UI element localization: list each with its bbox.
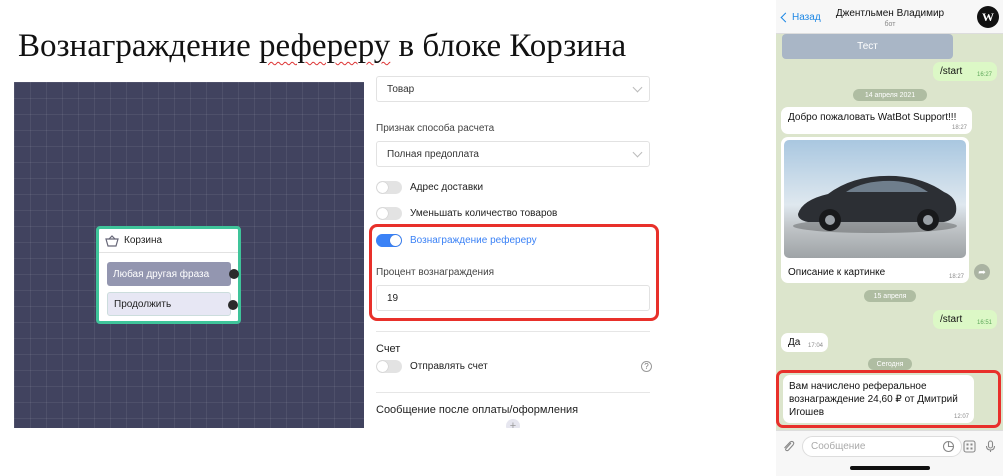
node-button-label: Продолжить: [114, 298, 172, 310]
back-button[interactable]: Назад: [780, 12, 821, 23]
car-illustration: [793, 175, 957, 233]
sticker-icon[interactable]: [942, 440, 955, 453]
telegram-chat: Назад Джентльмен Владимир бот W Тест /st…: [776, 0, 1003, 476]
cart-block[interactable]: Корзина Любая другая фраза Продолжить: [96, 226, 241, 324]
invoice-section-title: Счет: [376, 343, 401, 355]
message-incoming-photo[interactable]: Описание к картинке 18:27: [781, 137, 969, 283]
node-button-label: Любая другая фраза: [113, 268, 210, 280]
node-button-any-phrase[interactable]: Любая другая фраза: [107, 262, 239, 286]
connector-port[interactable]: [228, 300, 238, 310]
spellcheck-marked-word: рефереру: [259, 28, 391, 64]
chevron-left-icon: [780, 12, 791, 23]
message-time: 18:27: [948, 274, 964, 280]
help-icon[interactable]: ?: [641, 361, 652, 372]
payment-method-select[interactable]: Полная предоплата: [376, 141, 650, 167]
message-outgoing[interactable]: /start 16:27: [933, 62, 997, 81]
message-time: 16:27: [976, 72, 992, 78]
chat-header: Назад Джентльмен Владимир бот W: [776, 0, 1003, 34]
decrease-quantity-toggle-row[interactable]: Уменьшать количество товаров: [376, 206, 557, 220]
bot-keyboard-icon[interactable]: [963, 440, 976, 453]
chevron-down-icon: [632, 82, 643, 93]
message-outgoing[interactable]: /start 16:51: [933, 310, 997, 329]
home-indicator: [850, 466, 930, 470]
select-value: Полная предоплата: [387, 148, 479, 160]
after-payment-message-title: Сообщение после оплаты/оформления: [376, 404, 579, 416]
highlight-box: [369, 224, 659, 321]
input-placeholder: Сообщение: [811, 441, 866, 452]
message-text: /start: [940, 66, 963, 77]
send-invoice-toggle[interactable]: [376, 359, 402, 373]
connector-port[interactable]: [229, 269, 239, 279]
share-icon[interactable]: ➦: [974, 264, 990, 280]
slide-title: Вознаграждение рефереру в блоке Корзина: [18, 28, 626, 65]
date-separator: Сегодня: [868, 358, 912, 370]
divider: [376, 331, 650, 332]
date-separator: 15 апреля: [864, 290, 916, 302]
delivery-address-toggle-row[interactable]: Адрес доставки: [376, 180, 483, 194]
message-text: Описание к картинке: [788, 267, 886, 278]
send-invoice-toggle-row[interactable]: Отправлять счет: [376, 359, 488, 373]
delivery-address-toggle[interactable]: [376, 180, 402, 194]
car-photo[interactable]: [784, 140, 966, 258]
message-time: 18:27: [951, 125, 967, 131]
divider: [376, 392, 650, 393]
message-incoming[interactable]: Да 17:04: [781, 333, 828, 352]
message-time: 17:04: [807, 343, 823, 349]
message-text: Да: [788, 337, 801, 348]
item-type-select[interactable]: Товар: [376, 76, 650, 102]
payment-method-label: Признак способа расчета: [376, 123, 495, 134]
keyboard-button[interactable]: Тест: [782, 34, 953, 59]
flow-canvas[interactable]: Корзина Любая другая фраза Продолжить: [14, 82, 364, 428]
paperclip-icon[interactable]: [782, 440, 795, 453]
message-time: 16:51: [976, 320, 992, 326]
highlight-box: [776, 370, 1001, 428]
message-text: /start: [940, 314, 963, 325]
chevron-down-icon: [632, 147, 643, 158]
date-separator: 14 апреля 2021: [853, 89, 927, 101]
back-label: Назад: [792, 12, 821, 23]
basket-icon: [105, 234, 119, 247]
chat-name: Джентльмен Владимир: [835, 8, 945, 19]
block-settings-panel: Товар Признак способа расчета Полная пре…: [364, 74, 664, 428]
microphone-icon[interactable]: [984, 440, 997, 453]
node-button-continue[interactable]: Продолжить: [107, 292, 238, 316]
avatar[interactable]: W: [977, 6, 999, 28]
toggle-label: Уменьшать количество товаров: [410, 207, 558, 219]
add-icon[interactable]: +: [506, 419, 520, 428]
chat-subtitle: бот: [884, 21, 896, 28]
message-text: Добро пожаловать WatBot Support!!!: [788, 112, 957, 123]
decrease-quantity-toggle[interactable]: [376, 206, 402, 220]
message-incoming[interactable]: Добро пожаловать WatBot Support!!! 18:27: [781, 107, 972, 134]
title-part: Вознаграждение: [18, 28, 259, 64]
cart-block-title: Корзина: [124, 235, 163, 246]
select-value: Товар: [387, 83, 415, 95]
cart-block-header: Корзина: [99, 229, 238, 253]
message-input[interactable]: Сообщение: [802, 436, 962, 457]
toggle-label: Отправлять счет: [410, 360, 488, 372]
title-part: в блоке Корзина: [390, 28, 627, 64]
toggle-label: Адрес доставки: [410, 181, 484, 193]
